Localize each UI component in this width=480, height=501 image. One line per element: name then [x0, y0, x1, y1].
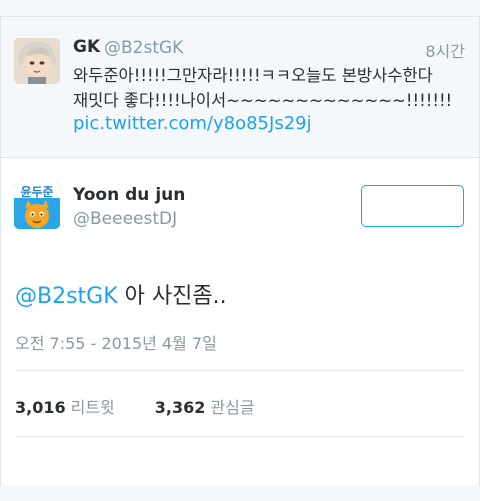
- tweet-detail-card: GK @B2stGK 8시간 와두준아!!!!!그만자라!!!!!ㅋㅋ오늘도 본…: [0, 16, 480, 487]
- retweet-stat[interactable]: 3,016 리트윗: [15, 398, 115, 417]
- bottom-bar: [0, 486, 480, 501]
- tweet-body: 아 사진좀..: [117, 284, 227, 309]
- mention-link[interactable]: @B2stGK: [15, 284, 118, 309]
- parent-tweet[interactable]: GK @B2stGK 8시간 와두준아!!!!!그만자라!!!!!ㅋㅋ오늘도 본…: [1, 17, 479, 158]
- follow-button[interactable]: [361, 185, 464, 227]
- retweet-count: 3,016: [15, 398, 66, 417]
- tweet-stats: 3,016 리트윗 3,362 관심글: [15, 394, 255, 418]
- tweet-timestamp[interactable]: 오전 7:55 - 2015년 4월 7일: [15, 330, 217, 354]
- main-tweet: 윤두준 Yoon du jun @BeeeestDJ @B2stGK 아 사진좀…: [1, 158, 479, 487]
- author-handle[interactable]: @BeeeestDJ: [73, 209, 177, 229]
- author-name[interactable]: GK: [73, 37, 100, 57]
- avatar[interactable]: 윤두준: [14, 183, 60, 229]
- retweet-label: 리트윗: [70, 398, 115, 417]
- divider: [15, 436, 465, 437]
- tweet-time[interactable]: 8시간: [425, 38, 465, 62]
- avatar[interactable]: [14, 38, 60, 84]
- media-link[interactable]: pic.twitter.com/y8o85Js29j: [73, 113, 312, 134]
- tweet-text: 와두준아!!!!!그만자라!!!!!ㅋㅋ오늘도 본방사수한다 재밋다 좋다!!!…: [73, 66, 453, 110]
- avatar-text: 윤두준: [20, 184, 53, 199]
- favorite-stat[interactable]: 3,362 관심글: [155, 398, 255, 417]
- favorite-label: 관심글: [210, 398, 255, 417]
- divider: [15, 370, 465, 371]
- tweet-text: @B2stGK 아 사진좀..: [15, 278, 227, 310]
- favorite-count: 3,362: [154, 398, 206, 417]
- author-handle[interactable]: @B2stGK: [104, 38, 183, 58]
- author-name[interactable]: Yoon du jun: [73, 185, 185, 205]
